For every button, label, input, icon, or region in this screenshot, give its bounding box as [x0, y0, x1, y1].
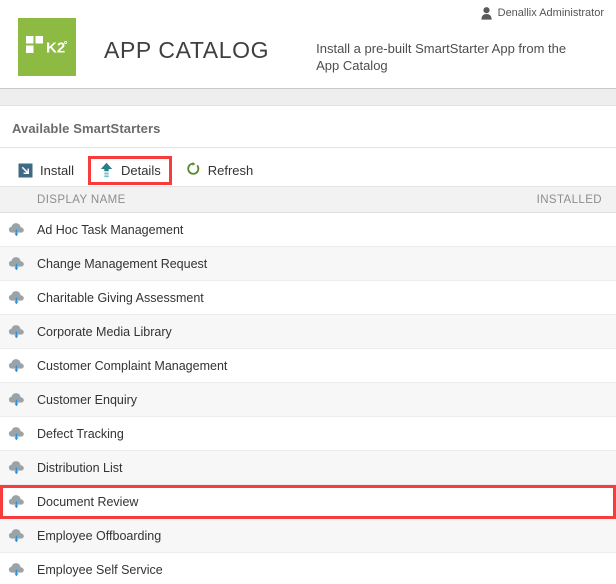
table-row[interactable]: Employee Self Service: [0, 553, 616, 584]
section-divider: [0, 147, 616, 148]
smartstarter-name: Employee Self Service: [37, 562, 163, 577]
details-up-arrow-icon: [99, 162, 114, 178]
smartstarter-name: Employee Offboarding: [37, 528, 162, 543]
cloud-download-icon: [8, 221, 26, 239]
table-row[interactable]: Document Review: [0, 485, 616, 519]
cloud-download-icon: [8, 323, 26, 341]
cloud-download-icon: [8, 357, 26, 375]
refresh-button-label: Refresh: [207, 162, 254, 178]
cloud-download-icon: [8, 255, 26, 273]
refresh-button[interactable]: Refresh: [178, 156, 262, 184]
cloud-download-icon: [8, 425, 26, 443]
column-header-display-name[interactable]: DISPLAY NAME: [37, 194, 537, 206]
table-row[interactable]: Defect Tracking: [0, 417, 616, 451]
table-row[interactable]: Charitable Giving Assessment: [0, 281, 616, 315]
smartstarter-name: Distribution List: [37, 460, 123, 475]
cloud-download-icon: [8, 493, 26, 511]
cloud-download-icon: [8, 459, 26, 477]
table-row[interactable]: Ad Hoc Task Management: [0, 213, 616, 247]
cloud-download-icon: [8, 289, 26, 307]
smartstarter-list: Ad Hoc Task Management Change Management …: [0, 213, 616, 584]
section-title: Available SmartStarters: [12, 121, 161, 136]
table-row[interactable]: Customer Complaint Management: [0, 349, 616, 383]
smartstarter-name: Corporate Media Library: [37, 324, 172, 339]
smartstarter-name: Change Management Request: [37, 256, 208, 271]
smartstarter-name: Ad Hoc Task Management: [37, 222, 184, 237]
page-description: Install a pre-built SmartStarter App fro…: [316, 41, 567, 73]
page-title: APP CATALOG: [104, 37, 270, 63]
install-button-label: Install: [40, 162, 74, 178]
smartstarter-name: Customer Enquiry: [37, 392, 138, 407]
column-header-installed[interactable]: INSTALLED: [537, 194, 602, 206]
install-button[interactable]: Install: [10, 156, 82, 184]
cloud-download-icon: [8, 527, 26, 545]
header-band: [0, 89, 616, 106]
cloud-download-icon: [8, 561, 26, 579]
table-row[interactable]: Customer Enquiry: [0, 383, 616, 417]
smartstarter-name: Defect Tracking: [37, 426, 124, 441]
k2-logo: K2: [18, 18, 76, 76]
page-header: K2 APP CATALOG Install a pre-built Smart…: [0, 12, 616, 88]
smartstarter-name: Document Review: [37, 495, 139, 509]
smartstarter-name: Customer Complaint Management: [37, 358, 228, 373]
app-catalog-page: Denallix Administrator K2 APP CATALOG In…: [0, 0, 616, 584]
smartstarter-name: Charitable Giving Assessment: [37, 290, 204, 305]
table-row[interactable]: Distribution List: [0, 451, 616, 485]
install-arrow-icon: [18, 163, 33, 178]
grid-header: DISPLAY NAME INSTALLED: [0, 187, 616, 213]
toolbar: Install Details Refresh: [0, 155, 616, 185]
details-button-label: Details: [120, 162, 161, 178]
table-row[interactable]: Change Management Request: [0, 247, 616, 281]
svg-text:K2: K2: [46, 40, 65, 57]
refresh-circular-arrow-icon: [186, 162, 201, 178]
cloud-download-icon: [8, 391, 26, 409]
details-button[interactable]: Details: [87, 155, 172, 185]
table-row[interactable]: Employee Offboarding: [0, 519, 616, 553]
table-row[interactable]: Corporate Media Library: [0, 315, 616, 349]
